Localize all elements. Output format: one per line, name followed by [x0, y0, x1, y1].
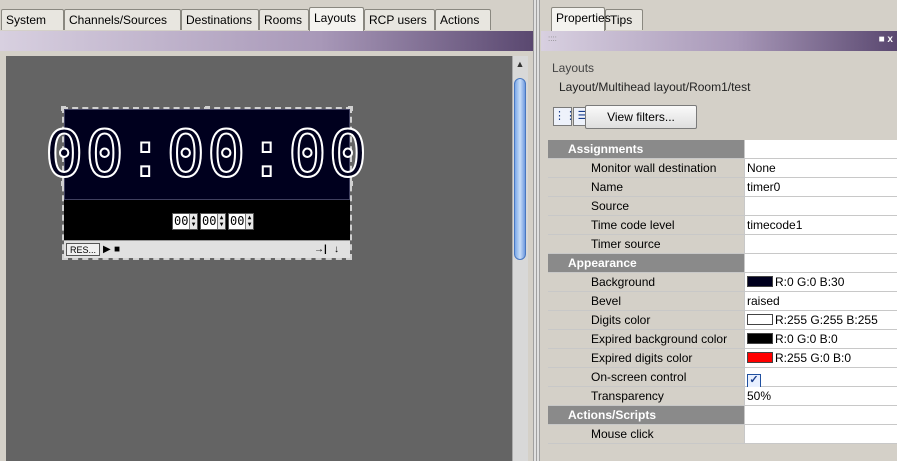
tab-rcp-users[interactable]: RCP users	[364, 9, 435, 30]
color-value: R:0 G:0 B:30	[775, 275, 845, 289]
category-appearance[interactable]: ▼Appearance	[548, 254, 897, 273]
property-key: Monitor wall destination	[548, 159, 745, 177]
color-swatch	[747, 314, 773, 325]
property-key: Name	[548, 178, 745, 196]
jump-to-end-icon[interactable]: →|	[314, 243, 327, 256]
minutes-value: 00	[202, 214, 217, 228]
property-row[interactable]: On-screen control ✓	[548, 368, 897, 388]
tab-rooms[interactable]: Rooms	[259, 9, 309, 30]
property-row[interactable]: Time code level timecode1	[548, 216, 897, 235]
drag-grip-icon[interactable]: ::::	[548, 34, 557, 43]
tab-layouts[interactable]: Layouts	[309, 7, 364, 31]
property-value[interactable]: R:255 G:255 B:255	[745, 311, 897, 329]
arrow-down-icon[interactable]: ↓	[334, 243, 339, 256]
property-value[interactable]: timecode1	[745, 216, 897, 234]
category-label: Assignments	[548, 140, 745, 158]
left-tab-bar: System Channels/Sources Destinations Roo…	[0, 0, 536, 32]
hours-value: 00	[174, 214, 189, 228]
spinner-arrows-icon[interactable]: ▲ ▼	[189, 214, 197, 229]
property-row[interactable]: Monitor wall destination None	[548, 159, 897, 178]
color-value: R:255 G:255 B:255	[775, 313, 878, 327]
property-row[interactable]: Expired digits color R:255 G:0 B:0	[548, 349, 897, 368]
timer-display: 00:00:00	[44, 109, 368, 200]
scrollbar-thumb[interactable]	[514, 78, 526, 260]
tab-actions[interactable]: Actions	[435, 9, 491, 30]
spinner-arrows-icon[interactable]: ▲ ▼	[245, 214, 253, 229]
property-row[interactable]: Mouse click	[548, 425, 897, 444]
window-controls[interactable]: ■ x	[879, 34, 893, 45]
property-value[interactable]: 50%	[745, 387, 897, 405]
layout-path: Layout/Multihead layout/Room1/test	[559, 80, 751, 94]
seconds-spinner[interactable]: 00 ▲ ▼	[228, 213, 254, 230]
property-key: Mouse click	[548, 425, 745, 443]
property-key: Time code level	[548, 216, 745, 234]
property-key: On-screen control	[548, 368, 745, 386]
property-value[interactable]: raised	[745, 292, 897, 310]
property-value[interactable]: timer0	[745, 178, 897, 196]
property-key: Timer source	[548, 235, 745, 253]
property-value[interactable]: R:255 G:0 B:0	[745, 349, 897, 367]
property-value[interactable]	[745, 425, 897, 443]
property-key: Digits color	[548, 311, 745, 329]
category-label: Appearance	[548, 254, 745, 272]
property-key: Source	[548, 197, 745, 215]
property-row[interactable]: Name timer0	[548, 178, 897, 197]
timer-digits: 00:00:00	[44, 117, 370, 192]
property-value[interactable]: None	[745, 159, 897, 177]
property-row[interactable]: Expired background color R:0 G:0 B:0	[548, 330, 897, 349]
category-label: Actions/Scripts	[548, 406, 745, 424]
tab-channels-sources[interactable]: Channels/Sources	[64, 9, 181, 30]
category-actions-scripts[interactable]: ▼Actions/Scripts	[548, 406, 897, 425]
path-heading: Layouts	[552, 61, 595, 75]
property-key: Background	[548, 273, 745, 291]
tab-system[interactable]: System	[1, 9, 64, 30]
property-grid: ▼Assignments Monitor wall destinationNon…	[548, 140, 897, 444]
scroll-up-arrow-icon[interactable]: ▲	[513, 58, 527, 70]
property-value[interactable]: R:0 G:0 B:0	[745, 330, 897, 348]
tab-destinations[interactable]: Destinations	[181, 9, 259, 30]
minutes-spinner[interactable]: 00 ▲ ▼	[200, 213, 226, 230]
property-value[interactable]: R:0 G:0 B:30	[745, 273, 897, 291]
property-row[interactable]: Source	[548, 197, 897, 216]
color-swatch	[747, 276, 773, 287]
right-panel-titlebar	[541, 31, 897, 51]
category-assignments[interactable]: ▼Assignments	[548, 140, 897, 159]
property-key: Expired background color	[548, 330, 745, 348]
right-tab-bar: Properties Tips	[541, 0, 897, 32]
hours-spinner[interactable]: 00 ▲ ▼	[172, 213, 198, 230]
categorized-view-icon[interactable]: ⋮⋮	[553, 107, 576, 126]
view-filters-button[interactable]: View filters...	[585, 105, 697, 129]
color-value: R:0 G:0 B:0	[775, 332, 838, 346]
color-swatch	[747, 333, 773, 344]
on-screen-control-checkbox[interactable]: ✓	[747, 374, 761, 388]
timer-control-bar: RES... ▶ ■ →| ↓	[64, 240, 350, 258]
property-value[interactable]	[745, 197, 897, 215]
property-row[interactable]: Transparency 50%	[548, 387, 897, 406]
stop-icon[interactable]: ■	[114, 243, 120, 256]
property-value[interactable]: ✓	[745, 368, 897, 388]
property-row[interactable]: Background R:0 G:0 B:30	[548, 273, 897, 292]
property-key: Transparency	[548, 387, 745, 405]
property-key: Bevel	[548, 292, 745, 310]
property-row[interactable]: Digits color R:255 G:255 B:255	[548, 311, 897, 330]
property-row[interactable]: Timer source	[548, 235, 897, 254]
tab-properties[interactable]: Properties	[551, 7, 611, 31]
spinner-arrows-icon[interactable]: ▲ ▼	[217, 214, 225, 229]
play-icon[interactable]: ▶	[103, 243, 111, 256]
seconds-value: 00	[230, 214, 245, 228]
timer-input-area: 00 ▲ ▼ 00 ▲ ▼ 00 ▲ ▼	[64, 200, 350, 240]
property-key: Expired digits color	[548, 349, 745, 367]
color-swatch	[747, 352, 773, 363]
panel-splitter[interactable]	[533, 0, 540, 461]
property-value[interactable]	[745, 235, 897, 253]
property-row[interactable]: Bevel raised	[548, 292, 897, 311]
left-panel-titlebar	[0, 31, 533, 51]
color-value: R:255 G:0 B:0	[775, 351, 852, 365]
reset-button[interactable]: RES...	[66, 243, 100, 256]
